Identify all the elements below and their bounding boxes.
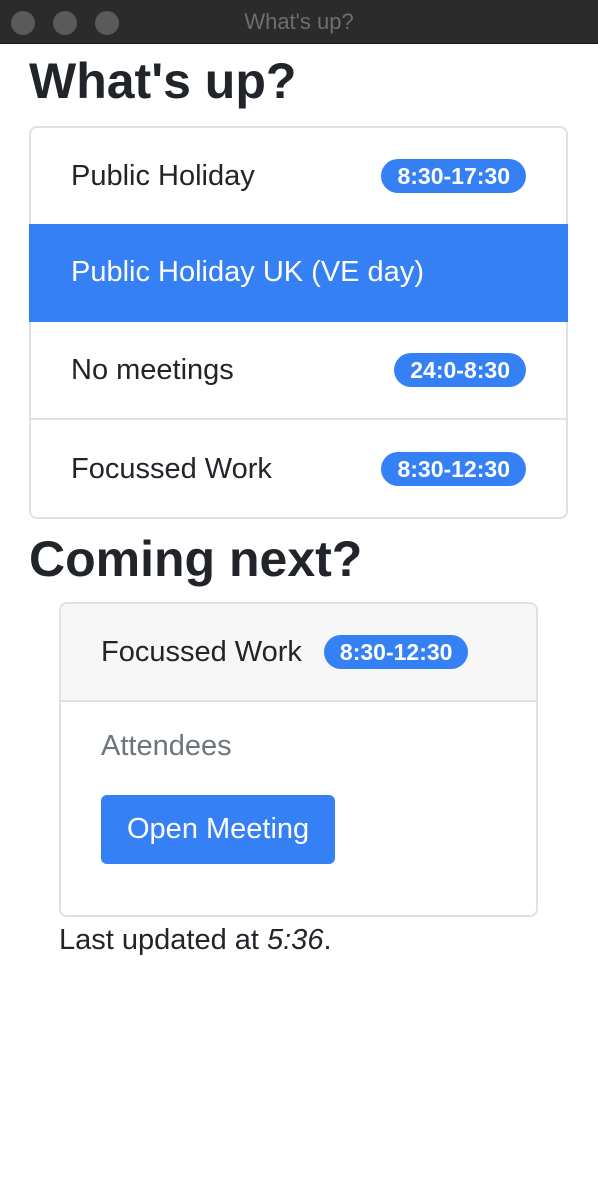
next-event-header: Focussed Work 8:30-12:30 (61, 604, 536, 702)
list-item[interactable]: No meetings 24:0-8:30 (29, 322, 568, 420)
main-content: What's up? Public Holiday 8:30-17:30 Pub… (0, 44, 598, 1198)
current-events-list: Public Holiday 8:30-17:30 Public Holiday… (29, 126, 568, 519)
window-titlebar: What's up? (0, 0, 598, 44)
next-event-title: Focussed Work (101, 635, 302, 668)
next-event-card: Focussed Work 8:30-12:30 Attendees Open … (59, 602, 538, 917)
list-item-active[interactable]: Public Holiday UK (VE day) (29, 224, 568, 322)
time-badge: 8:30-17:30 (381, 159, 526, 193)
time-badge: 8:30-12:30 (381, 452, 526, 486)
event-title: Public Holiday UK (VE day) (71, 255, 424, 288)
next-event-body: Attendees Open Meeting (61, 702, 536, 892)
next-heading: Coming next? (29, 531, 363, 587)
event-title: No meetings (71, 353, 234, 386)
list-item[interactable]: Public Holiday 8:30-17:30 (29, 128, 568, 226)
last-updated-text: Last updated at 5:36. (59, 924, 332, 957)
attendees-label: Attendees (101, 730, 232, 762)
last-updated-time: 5:36 (267, 924, 324, 956)
list-item[interactable]: Focussed Work 8:30-12:30 (29, 420, 568, 518)
last-updated-suffix: . (323, 924, 332, 956)
event-title: Focussed Work (71, 452, 272, 485)
last-updated-prefix: Last updated at (59, 924, 267, 956)
time-badge: 8:30-12:30 (323, 635, 469, 669)
open-meeting-button[interactable]: Open Meeting (101, 795, 336, 864)
now-heading: What's up? (29, 53, 297, 109)
event-title: Public Holiday (71, 159, 255, 192)
window-title: What's up? (244, 9, 354, 34)
time-badge: 24:0-8:30 (394, 353, 526, 387)
